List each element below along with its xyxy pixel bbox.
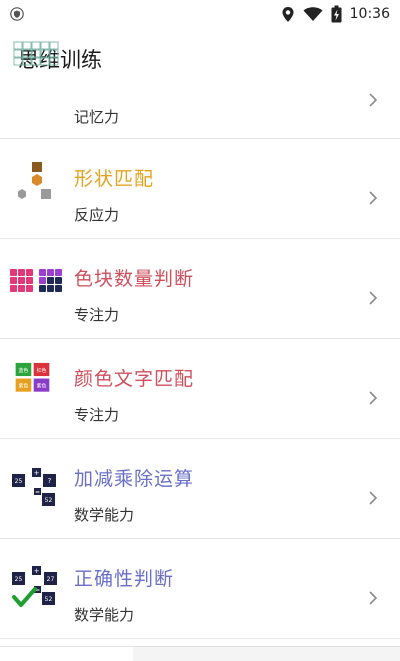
- item-title: 色块数量判断: [74, 268, 195, 290]
- wifi-icon: [303, 7, 323, 21]
- shield-icon: [10, 7, 24, 21]
- math-tile-label: =: [35, 489, 40, 496]
- item-subtitle: 反应力: [74, 206, 120, 224]
- math-tile-label: 27: [47, 576, 55, 583]
- word-tile-label: 紫色: [19, 383, 29, 390]
- color-blocks-icon: [10, 269, 62, 292]
- math-tile-label: 52: [45, 497, 53, 504]
- chevron-right-icon: [369, 291, 378, 305]
- status-time: 10:36: [349, 6, 390, 22]
- math-tile-label: ?: [48, 477, 52, 485]
- color-words-icon: 蓝色 红色 紫色 紫色: [15, 362, 50, 392]
- list-item-color-word-match[interactable]: 蓝色 红色 紫色 紫色 颜色文字匹配 专注力: [0, 340, 400, 439]
- status-bar: 10:36: [0, 0, 400, 28]
- word-tile-label: 紫色: [37, 383, 47, 390]
- memory-grid-icon: [13, 41, 59, 66]
- math-tile-label: 25: [15, 576, 23, 583]
- item-title: 加减乘除运算: [74, 468, 195, 490]
- word-tile-label: 红色: [37, 367, 47, 374]
- list-item-arithmetic[interactable]: 25 + ? = 52 加减乘除运算 数学能力: [0, 440, 400, 539]
- math-tile-label: +: [34, 469, 40, 477]
- item-subtitle: 数学能力: [74, 506, 135, 524]
- list-item-color-block-count[interactable]: 色块数量判断 专注力: [0, 240, 400, 339]
- item-title: 颜色文字匹配: [74, 368, 195, 390]
- math-tile-label: +: [34, 567, 40, 575]
- item-subtitle: 专注力: [74, 406, 120, 424]
- chevron-right-icon: [369, 191, 378, 205]
- item-subtitle: 记忆力: [74, 108, 120, 126]
- battery-charging-icon: [331, 5, 342, 23]
- word-tile-label: 蓝色: [19, 367, 29, 374]
- shapes-icon: [18, 162, 51, 199]
- item-title: 正确性判断: [74, 568, 175, 590]
- math-tile-label: 25: [15, 478, 23, 485]
- tab-active[interactable]: [0, 647, 133, 661]
- chevron-right-icon: [369, 93, 378, 107]
- list-item-correctness[interactable]: 25 + 27 = 52 正确性判断 数学能力: [0, 540, 400, 639]
- item-title: 形状匹配: [74, 168, 155, 190]
- correctness-icon: 25 + 27 = 52: [12, 566, 57, 607]
- chevron-right-icon: [369, 591, 378, 605]
- item-subtitle: 数学能力: [74, 606, 135, 624]
- item-subtitle: 专注力: [74, 306, 120, 324]
- chevron-right-icon: [369, 391, 378, 405]
- arithmetic-icon: 25 + ? = 52: [12, 468, 56, 506]
- location-icon: [282, 6, 294, 22]
- chevron-right-icon: [369, 491, 378, 505]
- math-tile-label: 52: [45, 596, 53, 603]
- bottom-tab-bar[interactable]: [0, 646, 400, 661]
- list-item-memory[interactable]: 记忆力: [0, 40, 400, 139]
- checkmark-icon: [12, 587, 37, 607]
- list-item-shape-match[interactable]: 形状匹配 反应力: [0, 140, 400, 239]
